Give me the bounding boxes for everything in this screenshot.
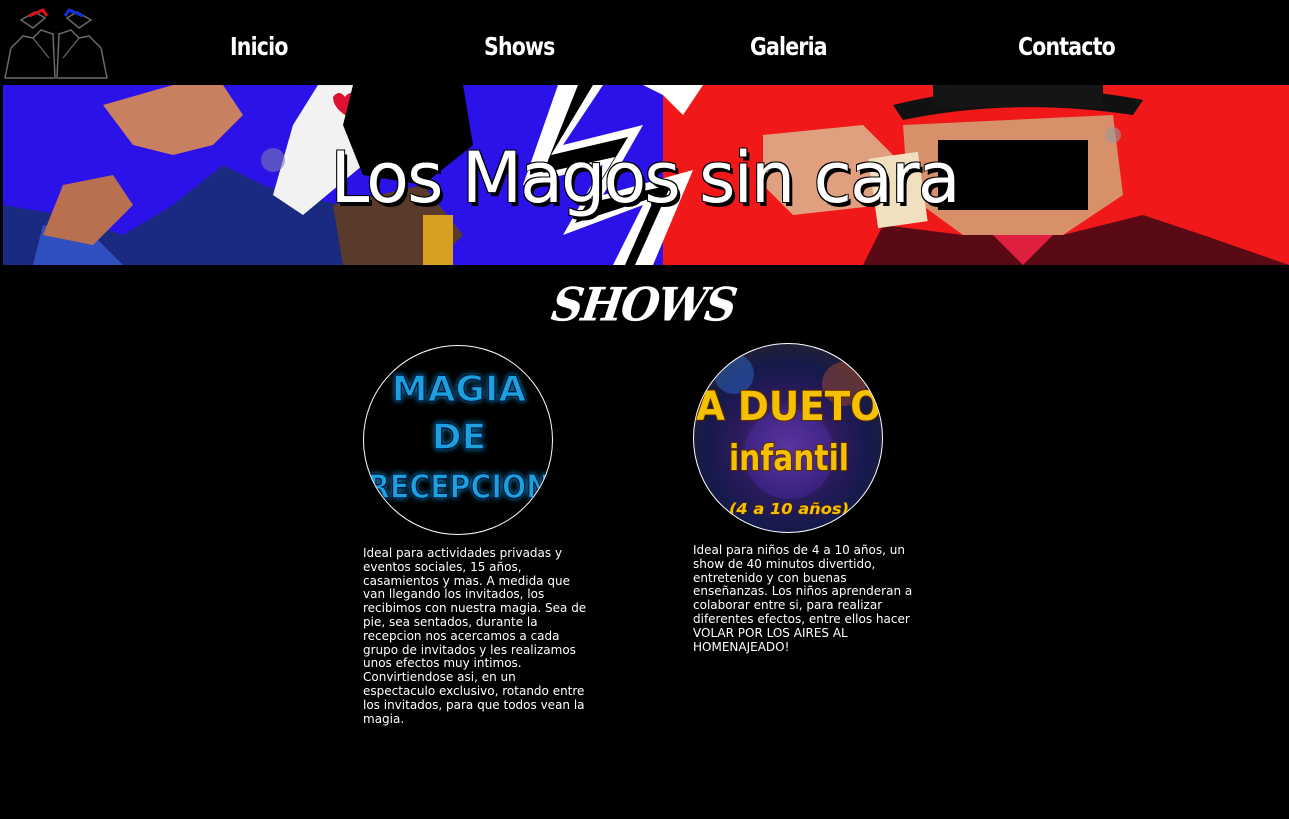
nav-link-inicio[interactable]: Inicio: [230, 30, 288, 64]
thumb-text-line-1: A DUETO: [696, 384, 882, 430]
thumb-text-line-2: infantil: [729, 438, 849, 479]
show-description: Ideal para actividades privadas y evento…: [363, 546, 587, 726]
show-thumbnail-art: A DUETO infantil (4 a 10 años): [695, 354, 882, 519]
thumb-text-line-2: DE: [432, 417, 486, 458]
page: Inicio Shows Galeria Contacto Los Magos …: [0, 0, 1289, 819]
logo[interactable]: [3, 8, 109, 80]
nav-link-galeria[interactable]: Galeria: [750, 30, 828, 64]
nav-link-contacto[interactable]: Contacto: [1018, 30, 1116, 64]
show-description: Ideal para niños de 4 a 10 años, un show…: [693, 543, 913, 654]
thumb-text-line-3: (4 a 10 años): [729, 500, 849, 518]
banner-title: Los Magos sin cara: [330, 137, 960, 219]
show-thumbnail-dueto-infantil[interactable]: A DUETO infantil (4 a 10 años): [693, 343, 883, 533]
section-title: SHOWS: [548, 278, 739, 333]
thumb-text-line-3: RECEPCION: [368, 467, 550, 506]
show-thumbnail-art: MAGIA DE RECEPCION: [367, 368, 551, 507]
thumb-text-line-1: MAGIA: [392, 369, 527, 410]
nav-link-shows[interactable]: Shows: [484, 30, 555, 64]
show-thumbnail-magia-recepcion[interactable]: MAGIA DE RECEPCION: [363, 345, 553, 535]
